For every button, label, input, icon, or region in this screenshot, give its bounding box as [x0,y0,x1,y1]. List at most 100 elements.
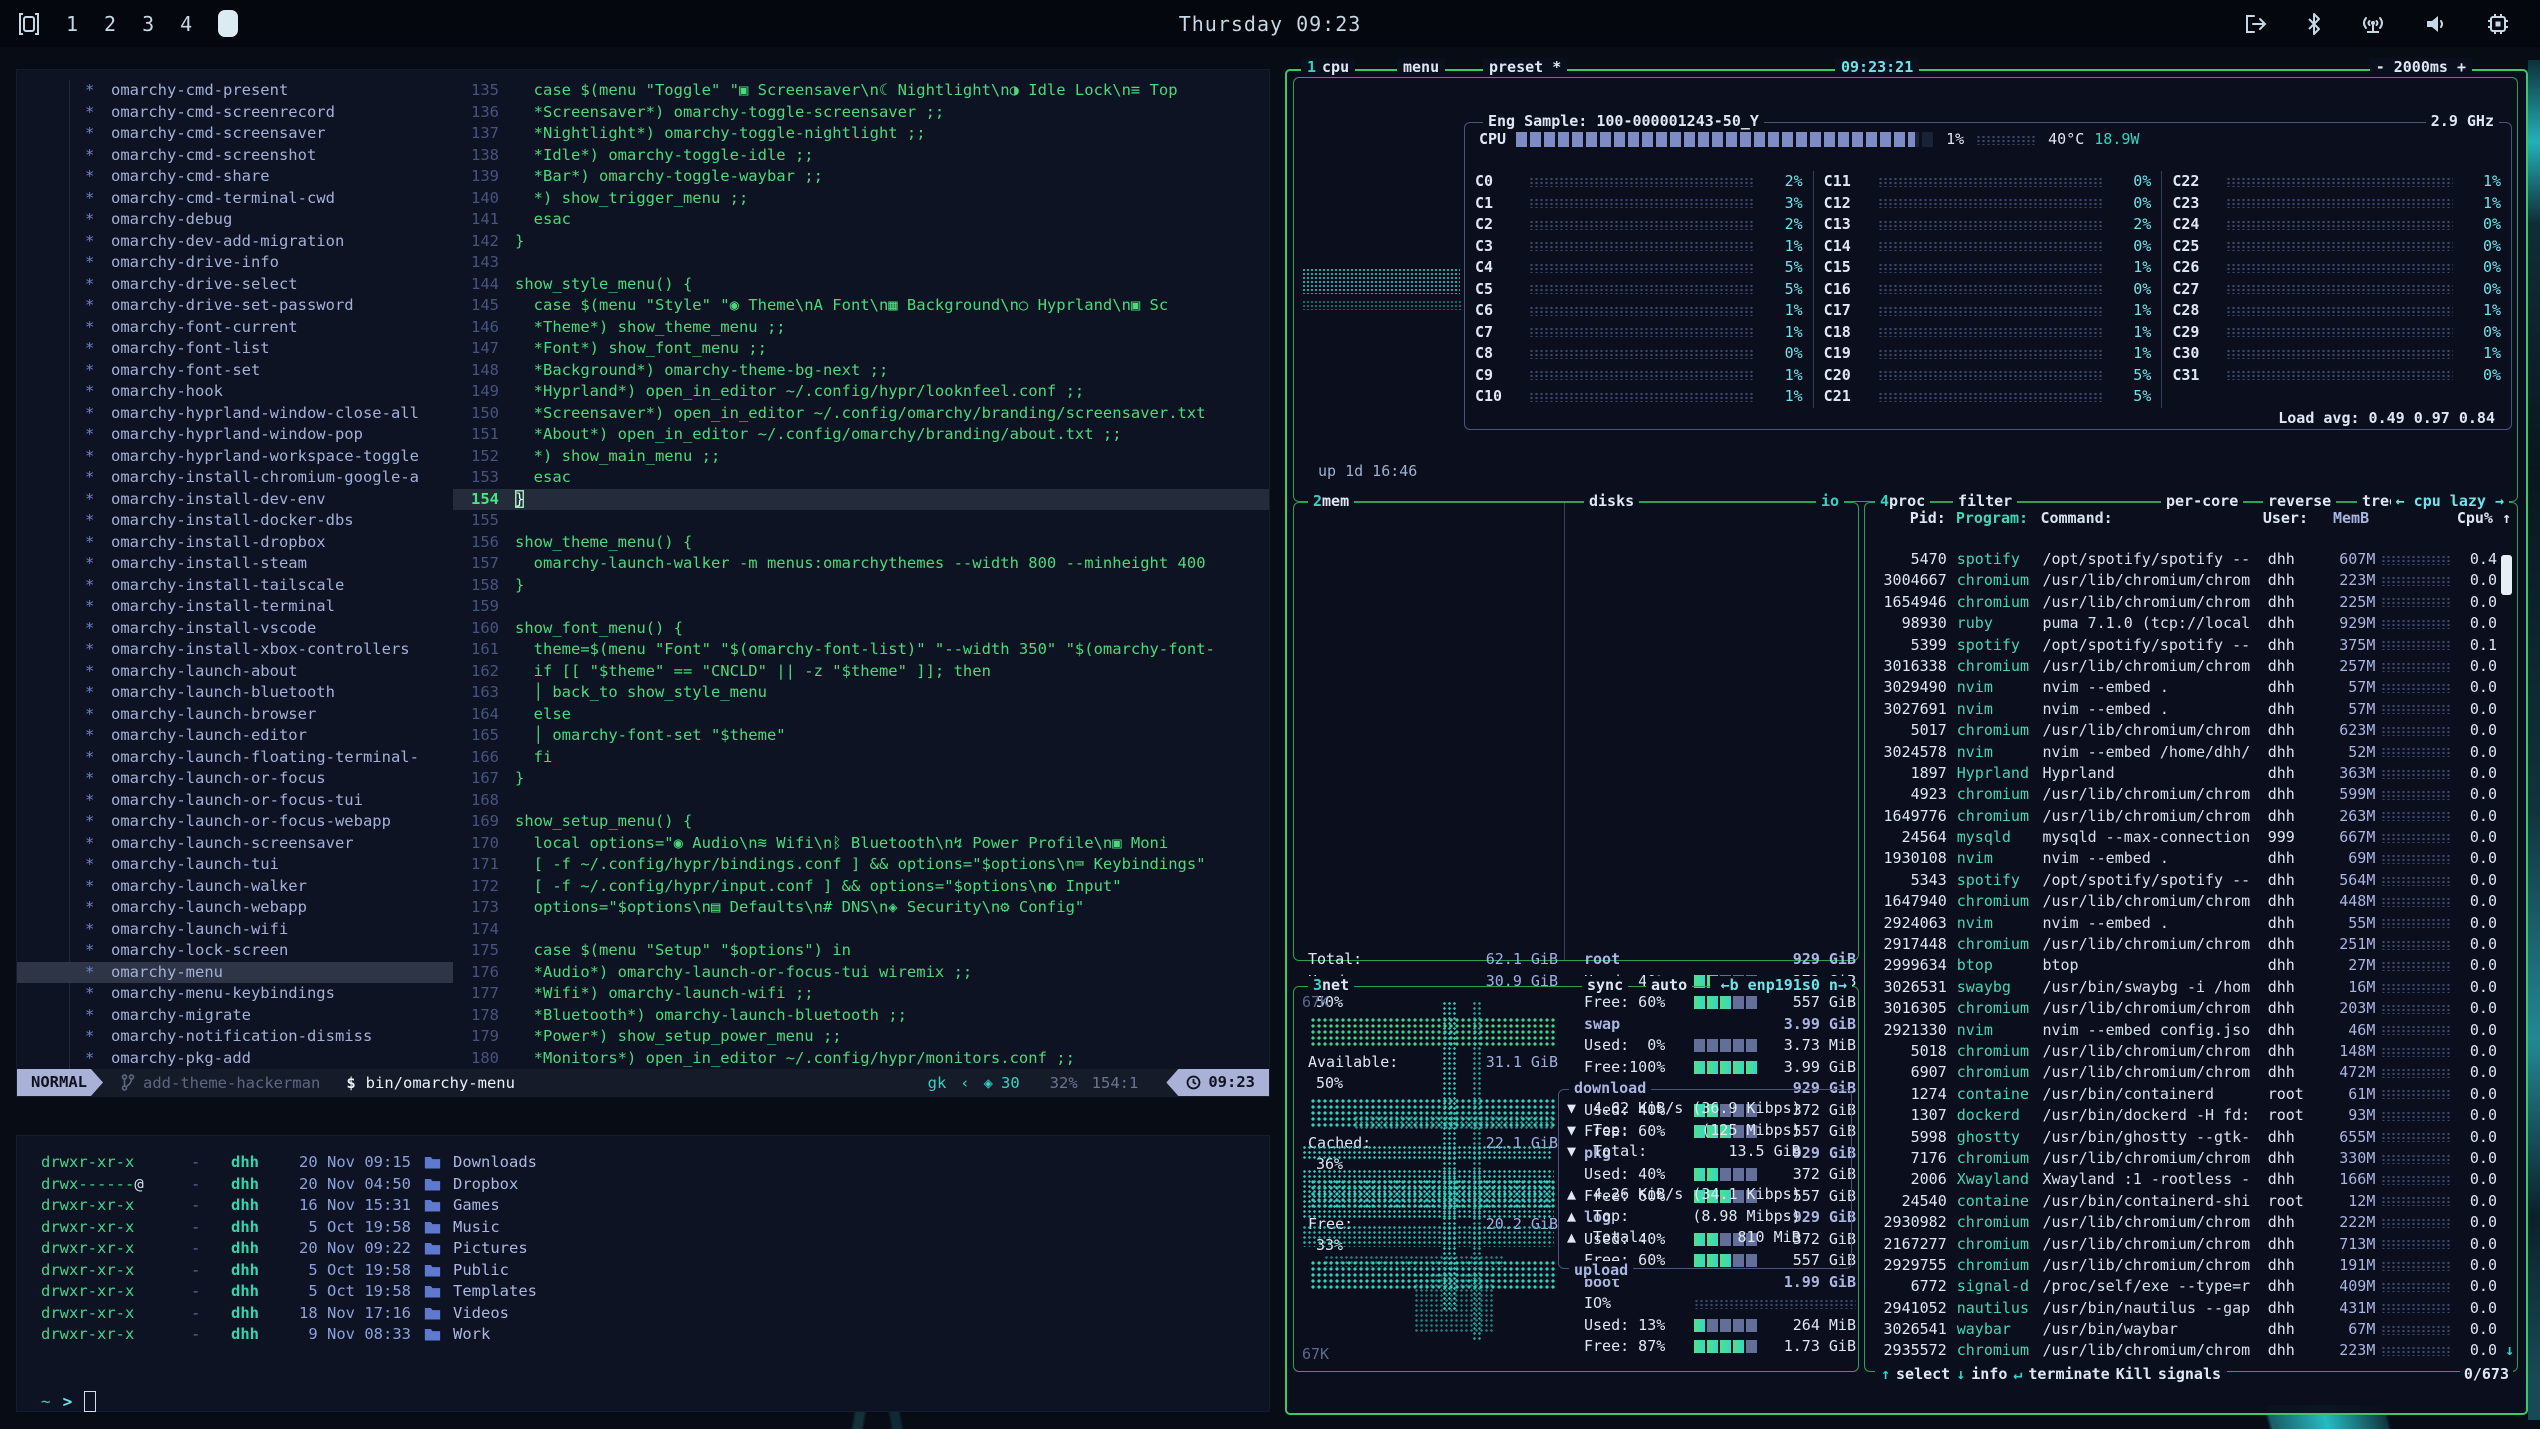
tree-item[interactable]: *omarchy-cmd-screenshot [17,145,453,167]
process-row[interactable]: 2921330nvimnvim --embed config.jsodhh46M… [1873,1020,2497,1041]
tree-item[interactable]: *omarchy-cmd-screensaver [17,123,453,145]
tree-item[interactable]: *omarchy-font-current [17,317,453,339]
tree-item[interactable]: *omarchy-launch-about [17,661,453,683]
process-row[interactable]: 2930982chromium/usr/lib/chromium/chromdh… [1873,1212,2497,1233]
code-line[interactable]: case $(menu "Style" "◉ Theme\nA Font\n▦ … [515,295,1269,317]
tree-item[interactable]: *omarchy-launch-browser [17,704,453,726]
code-line[interactable]: *Font*) show_font_menu ;; [515,338,1269,360]
disks-io-toggle[interactable]: io [1816,492,1844,510]
code-line[interactable]: *Audio*) omarchy-launch-or-focus-tui wir… [515,962,1269,984]
proc-footer[interactable]: ↑select ↓info ↵terminate Kill signals [1875,1365,2227,1383]
process-row[interactable]: 5998ghostty/usr/bin/ghostty --gtk-dhh655… [1873,1127,2497,1148]
code-line[interactable]: } [515,489,1269,511]
tree-item[interactable]: *omarchy-cmd-present [17,80,453,102]
process-row[interactable]: 1647940chromium/usr/lib/chromium/chromdh… [1873,891,2497,912]
process-row[interactable]: 3029490nvimnvim --embed .dhh57M0.0 [1873,677,2497,698]
tree-item[interactable]: *omarchy-launch-screensaver [17,833,453,855]
code-line[interactable]: } [515,231,1269,253]
process-row[interactable]: 2999634btopbtopdhh27M0.0 [1873,955,2497,976]
scroll-down-icon[interactable]: ↓ [2505,1341,2514,1359]
tab-net[interactable]: 3net [1308,976,1354,994]
tree-item[interactable]: *omarchy-launch-webapp [17,897,453,919]
code-line[interactable]: *About*) open_in_editor ~/.config/omarch… [515,424,1269,446]
code-line[interactable]: options="$options\n▤ Defaults\n# DNS\n◈ … [515,897,1269,919]
process-row[interactable]: 6772signal-d/proc/self/exe --type=rdhh40… [1873,1276,2497,1297]
tree-item[interactable]: *omarchy-install-docker-dbs [17,510,453,532]
tree-item[interactable]: *omarchy-install-dropbox [17,532,453,554]
tree-item[interactable]: *omarchy-cmd-share [17,166,453,188]
process-row[interactable]: 5018chromium/usr/lib/chromium/chromdhh14… [1873,1041,2497,1062]
logout-icon[interactable] [2244,13,2268,35]
code-line[interactable]: *Monitors*) open_in_editor ~/.config/hyp… [515,1048,1269,1070]
process-row[interactable]: 3026541waybar/usr/bin/waybardhh67M0.0 [1873,1319,2497,1340]
process-row[interactable]: 1649776chromium/usr/lib/chromium/chromdh… [1873,806,2497,827]
process-row[interactable]: 1654946chromium/usr/lib/chromium/chromdh… [1873,592,2497,613]
proc-sort-control[interactable]: ← cpu lazy → [2391,492,2509,510]
tree-item[interactable]: *omarchy-install-vscode [17,618,453,640]
process-row[interactable]: 1930108nvimnvim --embed .dhh69M0.0 [1873,848,2497,869]
tree-item[interactable]: *omarchy-drive-info [17,252,453,274]
tree-item[interactable]: *omarchy-launch-or-focus [17,768,453,790]
tree-item[interactable]: *omarchy-launch-floating-terminal- [17,747,453,769]
code-line[interactable]: else [515,704,1269,726]
tab-proc[interactable]: 4proc [1875,492,1930,510]
code-line[interactable] [515,919,1269,941]
tree-item[interactable]: *omarchy-launch-editor [17,725,453,747]
code-line[interactable]: local options="◉ Audio\n≋ Wifi\nᛒ Blueto… [515,833,1269,855]
code-line[interactable]: *Idle*) omarchy-toggle-idle ;; [515,145,1269,167]
tree-item[interactable]: *omarchy-cmd-terminal-cwd [17,188,453,210]
code-line[interactable]: *) show_trigger_menu ;; [515,188,1269,210]
net-sync-button[interactable]: sync [1582,976,1628,994]
code-line[interactable]: *Screensaver*) open_in_editor ~/.config/… [515,403,1269,425]
tree-item[interactable]: *omarchy-lock-screen [17,940,453,962]
tree-item[interactable]: *omarchy-install-chromium-google-a [17,467,453,489]
code-line[interactable]: *Screensaver*) omarchy-toggle-screensave… [515,102,1269,124]
code-line[interactable] [515,252,1269,274]
code-line[interactable]: *Background*) omarchy-theme-bg-next ;; [515,360,1269,382]
tree-item[interactable]: *omarchy-hook [17,381,453,403]
code-line[interactable]: [ -f ~/.config/hypr/bindings.conf ] && o… [515,854,1269,876]
code-line[interactable] [515,790,1269,812]
code-line[interactable] [515,510,1269,532]
process-row[interactable]: 4923chromium/usr/lib/chromium/chromdhh59… [1873,784,2497,805]
tree-item[interactable]: *omarchy-font-set [17,360,453,382]
code-line[interactable]: show_font_menu() { [515,618,1269,640]
process-row[interactable]: 3004667chromium/usr/lib/chromium/chromdh… [1873,570,2497,591]
code-line[interactable]: *Bluetooth*) omarchy-launch-bluetooth ;; [515,1005,1269,1027]
code-line[interactable] [515,596,1269,618]
tree-item[interactable]: *omarchy-migrate [17,1005,453,1027]
tree-item[interactable]: *omarchy-install-tailscale [17,575,453,597]
code-line[interactable]: case $(menu "Setup" "$options") in [515,940,1269,962]
tree-item[interactable]: *omarchy-menu [17,962,453,984]
process-row[interactable]: 1274containe/usr/bin/containerdroot61M0.… [1873,1084,2497,1105]
tree-item[interactable]: *omarchy-hyprland-window-close-all [17,403,453,425]
code-line[interactable]: │ omarchy-font-set "$theme" [515,725,1269,747]
process-row[interactable]: 7176chromium/usr/lib/chromium/chromdhh33… [1873,1148,2497,1169]
code-line[interactable]: [ -f ~/.config/hypr/input.conf ] && opti… [515,876,1269,898]
btop-preset-button[interactable]: preset * [1483,58,1567,76]
tab-mem[interactable]: 2mem [1308,492,1354,510]
tree-item[interactable]: *omarchy-hyprland-workspace-toggle [17,446,453,468]
tree-item[interactable]: *omarchy-launch-wifi [17,919,453,941]
code-line[interactable]: esac [515,209,1269,231]
process-row[interactable]: 3024578nvimnvim --embed /home/dhh/dhh52M… [1873,742,2497,763]
code-line[interactable]: *Hyprland*) open_in_editor ~/.config/hyp… [515,381,1269,403]
cpu-chip-icon[interactable] [2486,12,2510,36]
tree-item[interactable]: *omarchy-debug [17,209,453,231]
tree-item[interactable]: *omarchy-notification-dismiss [17,1026,453,1048]
process-row[interactable]: 6907chromium/usr/lib/chromium/chromdhh47… [1873,1062,2497,1083]
process-row[interactable]: 2924063nvimnvim --embed .dhh55M0.0 [1873,913,2497,934]
code-line[interactable]: esac [515,467,1269,489]
code-line[interactable]: *Theme*) show_theme_menu ;; [515,317,1269,339]
process-row[interactable]: 24564mysqldmysqld --max-connection999667… [1873,827,2497,848]
btop-refresh-control[interactable]: - 2000ms + [2370,58,2472,76]
code-line[interactable]: case $(menu "Toggle" "▣ Screensaver\n☾ N… [515,80,1269,102]
disks-title[interactable]: disks [1584,492,1639,510]
tab-cpu[interactable]: 1cpu [1301,58,1322,76]
code-line[interactable]: } [515,575,1269,597]
proc-reverse-button[interactable]: reverse [2263,492,2336,510]
process-row[interactable]: 3026531swaybg/usr/bin/swaybg -i /homdhh1… [1873,977,2497,998]
tree-item[interactable]: *omarchy-font-list [17,338,453,360]
code-line[interactable]: fi [515,747,1269,769]
process-row[interactable]: 3016338chromium/usr/lib/chromium/chromdh… [1873,656,2497,677]
